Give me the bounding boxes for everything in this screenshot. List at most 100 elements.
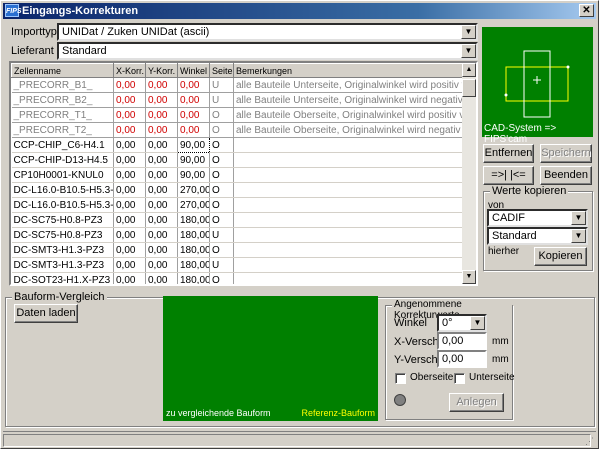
- column-header[interactable]: Winkel: [177, 63, 210, 78]
- table-cell[interactable]: 0,00: [145, 242, 178, 258]
- table-cell[interactable]: 0,00: [145, 152, 178, 168]
- table-cell[interactable]: 90,00: [177, 167, 210, 183]
- table-row[interactable]: _PRECORR_T1_ 0,00 0,00 0,00 Oalle Bauteile O…: [11, 107, 465, 123]
- table-row[interactable]: DC-L16.0-B10.5-H5.3-PZ20,000,00270,00O: [11, 197, 465, 213]
- table-cell[interactable]: 0,00: [113, 92, 146, 108]
- table-cell[interactable]: 0,00: [145, 122, 178, 138]
- table-cell[interactable]: 90,00: [177, 137, 210, 153]
- table-cell[interactable]: 0,00: [113, 137, 146, 153]
- table-cell[interactable]: DC-L16.0-B10.5-H5.3-PZ2: [11, 197, 114, 213]
- scroll-thumb[interactable]: [462, 79, 476, 97]
- yversch-input[interactable]: 0,00: [437, 350, 487, 368]
- table-row[interactable]: DC-L16.0-B10.5-H5.3-PZ20,000,00270,00O: [11, 182, 465, 198]
- table-cell[interactable]: DC-SC75-H0.8-PZ3: [11, 227, 114, 243]
- column-header[interactable]: Zellenname: [11, 63, 114, 78]
- column-header[interactable]: Bemerkungen: [233, 63, 465, 78]
- table-cell[interactable]: _PRECORR_B1_: [11, 77, 114, 93]
- table-cell[interactable]: 90,00: [177, 152, 210, 168]
- table-cell[interactable]: O: [209, 167, 234, 183]
- table-cell[interactable]: [233, 257, 465, 273]
- table-cell[interactable]: U: [209, 227, 234, 243]
- table-cell[interactable]: [233, 197, 465, 213]
- table-cell[interactable]: [233, 152, 465, 168]
- entfernen-button[interactable]: Entfernen: [483, 144, 534, 163]
- scroll-up-icon[interactable]: ▲: [462, 63, 476, 77]
- table-cell[interactable]: DC-L16.0-B10.5-H5.3-PZ2: [11, 182, 114, 198]
- table-cell[interactable]: O: [209, 182, 234, 198]
- table-cell[interactable]: [233, 167, 465, 183]
- table-cell[interactable]: DC-SMT3-H1.3-PZ3: [11, 257, 114, 273]
- table-cell[interactable]: 180,00: [177, 227, 210, 243]
- column-header[interactable]: Y-Korr.: [145, 63, 178, 78]
- table-cell[interactable]: CP10H0001-KNUL0: [11, 167, 114, 183]
- table-cell[interactable]: 0,00: [113, 197, 146, 213]
- table-cell[interactable]: 0,00: [145, 272, 178, 284]
- table-cell[interactable]: DC-SC75-H0.8-PZ3: [11, 212, 114, 228]
- table-row[interactable]: CCP-CHIP-D13-H4.5 0,00 0,00 90,00 O: [11, 152, 465, 168]
- table-cell[interactable]: alle Bauteile Oberseite, Originalwinkel …: [233, 122, 465, 138]
- table-cell[interactable]: 0,00: [145, 137, 178, 153]
- table-cell[interactable]: 0,00: [113, 77, 146, 93]
- table-cell[interactable]: [233, 242, 465, 258]
- anlegen-button[interactable]: Anlegen: [449, 393, 504, 412]
- table-row[interactable]: DC-SC75-H0.8-PZ3 0,00 0,00 180,00 O: [11, 212, 465, 228]
- table-cell[interactable]: 0,00: [145, 227, 178, 243]
- table-row[interactable]: DC-SMT3-H1.3-PZ3 0,00 0,00 180,00 U: [11, 257, 465, 273]
- table-cell[interactable]: alle Bauteile Unterseite, Originalwinkel…: [233, 92, 465, 108]
- table-cell[interactable]: 180,00: [177, 257, 210, 273]
- table-cell[interactable]: alle Bauteile Oberseite, Originalwinkel …: [233, 107, 465, 123]
- table-cell[interactable]: 0,00: [113, 242, 146, 258]
- table-cell[interactable]: U: [209, 92, 234, 108]
- hierher-select[interactable]: Standard ▼: [487, 227, 588, 245]
- scroll-down-icon[interactable]: ▼: [462, 270, 476, 284]
- table-cell[interactable]: O: [209, 152, 234, 168]
- table-cell[interactable]: 270,00: [177, 182, 210, 198]
- daten-laden-button[interactable]: Daten laden: [14, 304, 78, 323]
- transfer-button[interactable]: =>| |<=: [483, 166, 534, 185]
- table-cell[interactable]: [233, 182, 465, 198]
- chevron-down-icon[interactable]: ▼: [461, 25, 476, 39]
- table-row[interactable]: _PRECORR_B1_ 0,00 0,00 0,00 Ualle Bauteile U…: [11, 77, 465, 93]
- table-cell[interactable]: 0,00: [113, 227, 146, 243]
- table-cell[interactable]: O: [209, 197, 234, 213]
- table-cell[interactable]: 0,00: [145, 182, 178, 198]
- winkel-select[interactable]: 0° ▼: [437, 314, 487, 332]
- importtyp-select[interactable]: UNIDat / Zuken UNIDat (ascii) ▼: [57, 23, 478, 41]
- lieferant-select[interactable]: Standard ▼: [57, 42, 478, 60]
- unterseite-checkbox[interactable]: [454, 373, 465, 384]
- table-cell[interactable]: O: [209, 107, 234, 123]
- close-icon[interactable]: ✕: [579, 4, 594, 17]
- column-header[interactable]: Seite: [209, 63, 234, 78]
- chevron-down-icon[interactable]: ▼: [470, 316, 485, 330]
- chevron-down-icon[interactable]: ▼: [571, 229, 586, 243]
- table-row[interactable]: DC-SOT23-H1.X-PZ3 0,00 0,00 180,00 O: [11, 272, 465, 284]
- table-cell[interactable]: O: [209, 272, 234, 284]
- table-cell[interactable]: O: [209, 122, 234, 138]
- table-cell[interactable]: DC-SOT23-H1.X-PZ3: [11, 272, 114, 284]
- beenden-button[interactable]: Beenden: [540, 166, 592, 185]
- table-cell[interactable]: 0,00: [145, 107, 178, 123]
- chevron-down-icon[interactable]: ▼: [571, 211, 586, 225]
- xversch-input[interactable]: 0,00: [437, 332, 487, 350]
- table-row[interactable]: _PRECORR_T2_ 0,00 0,00 0,00 Oalle Bauteile O…: [11, 122, 465, 138]
- table-cell[interactable]: DC-SMT3-H1.3-PZ3: [11, 242, 114, 258]
- table-cell[interactable]: 0,00: [177, 77, 210, 93]
- table-row[interactable]: _PRECORR_B2_ 0,00 0,00 0,00 Ualle Bauteile U…: [11, 92, 465, 108]
- table-row[interactable]: CP10H0001-KNUL0 0,00 0,00 90,00 O: [11, 167, 465, 183]
- table-cell[interactable]: _PRECORR_B2_: [11, 92, 114, 108]
- table-cell[interactable]: CCP-CHIP_C6-H4.1: [11, 137, 114, 153]
- speichern-button[interactable]: Speichern: [540, 144, 592, 163]
- table-cell[interactable]: [233, 137, 465, 153]
- table-cell[interactable]: [233, 272, 465, 284]
- table-cell[interactable]: CCP-CHIP-D13-H4.5: [11, 152, 114, 168]
- table-cell[interactable]: 0,00: [113, 257, 146, 273]
- table-cell[interactable]: O: [209, 212, 234, 228]
- table-cell[interactable]: 0,00: [113, 152, 146, 168]
- table-cell[interactable]: alle Bauteile Unterseite, Originalwinkel…: [233, 77, 465, 93]
- table-cell[interactable]: 0,00: [177, 107, 210, 123]
- table-cell[interactable]: 0,00: [113, 167, 146, 183]
- von-select[interactable]: CADIF ▼: [487, 209, 588, 227]
- table-cell[interactable]: 0,00: [177, 92, 210, 108]
- correction-table[interactable]: Zellenname X-Korr. Y-Korr. Winkel Seite Bemer…: [9, 61, 478, 286]
- table-cell[interactable]: 180,00: [177, 212, 210, 228]
